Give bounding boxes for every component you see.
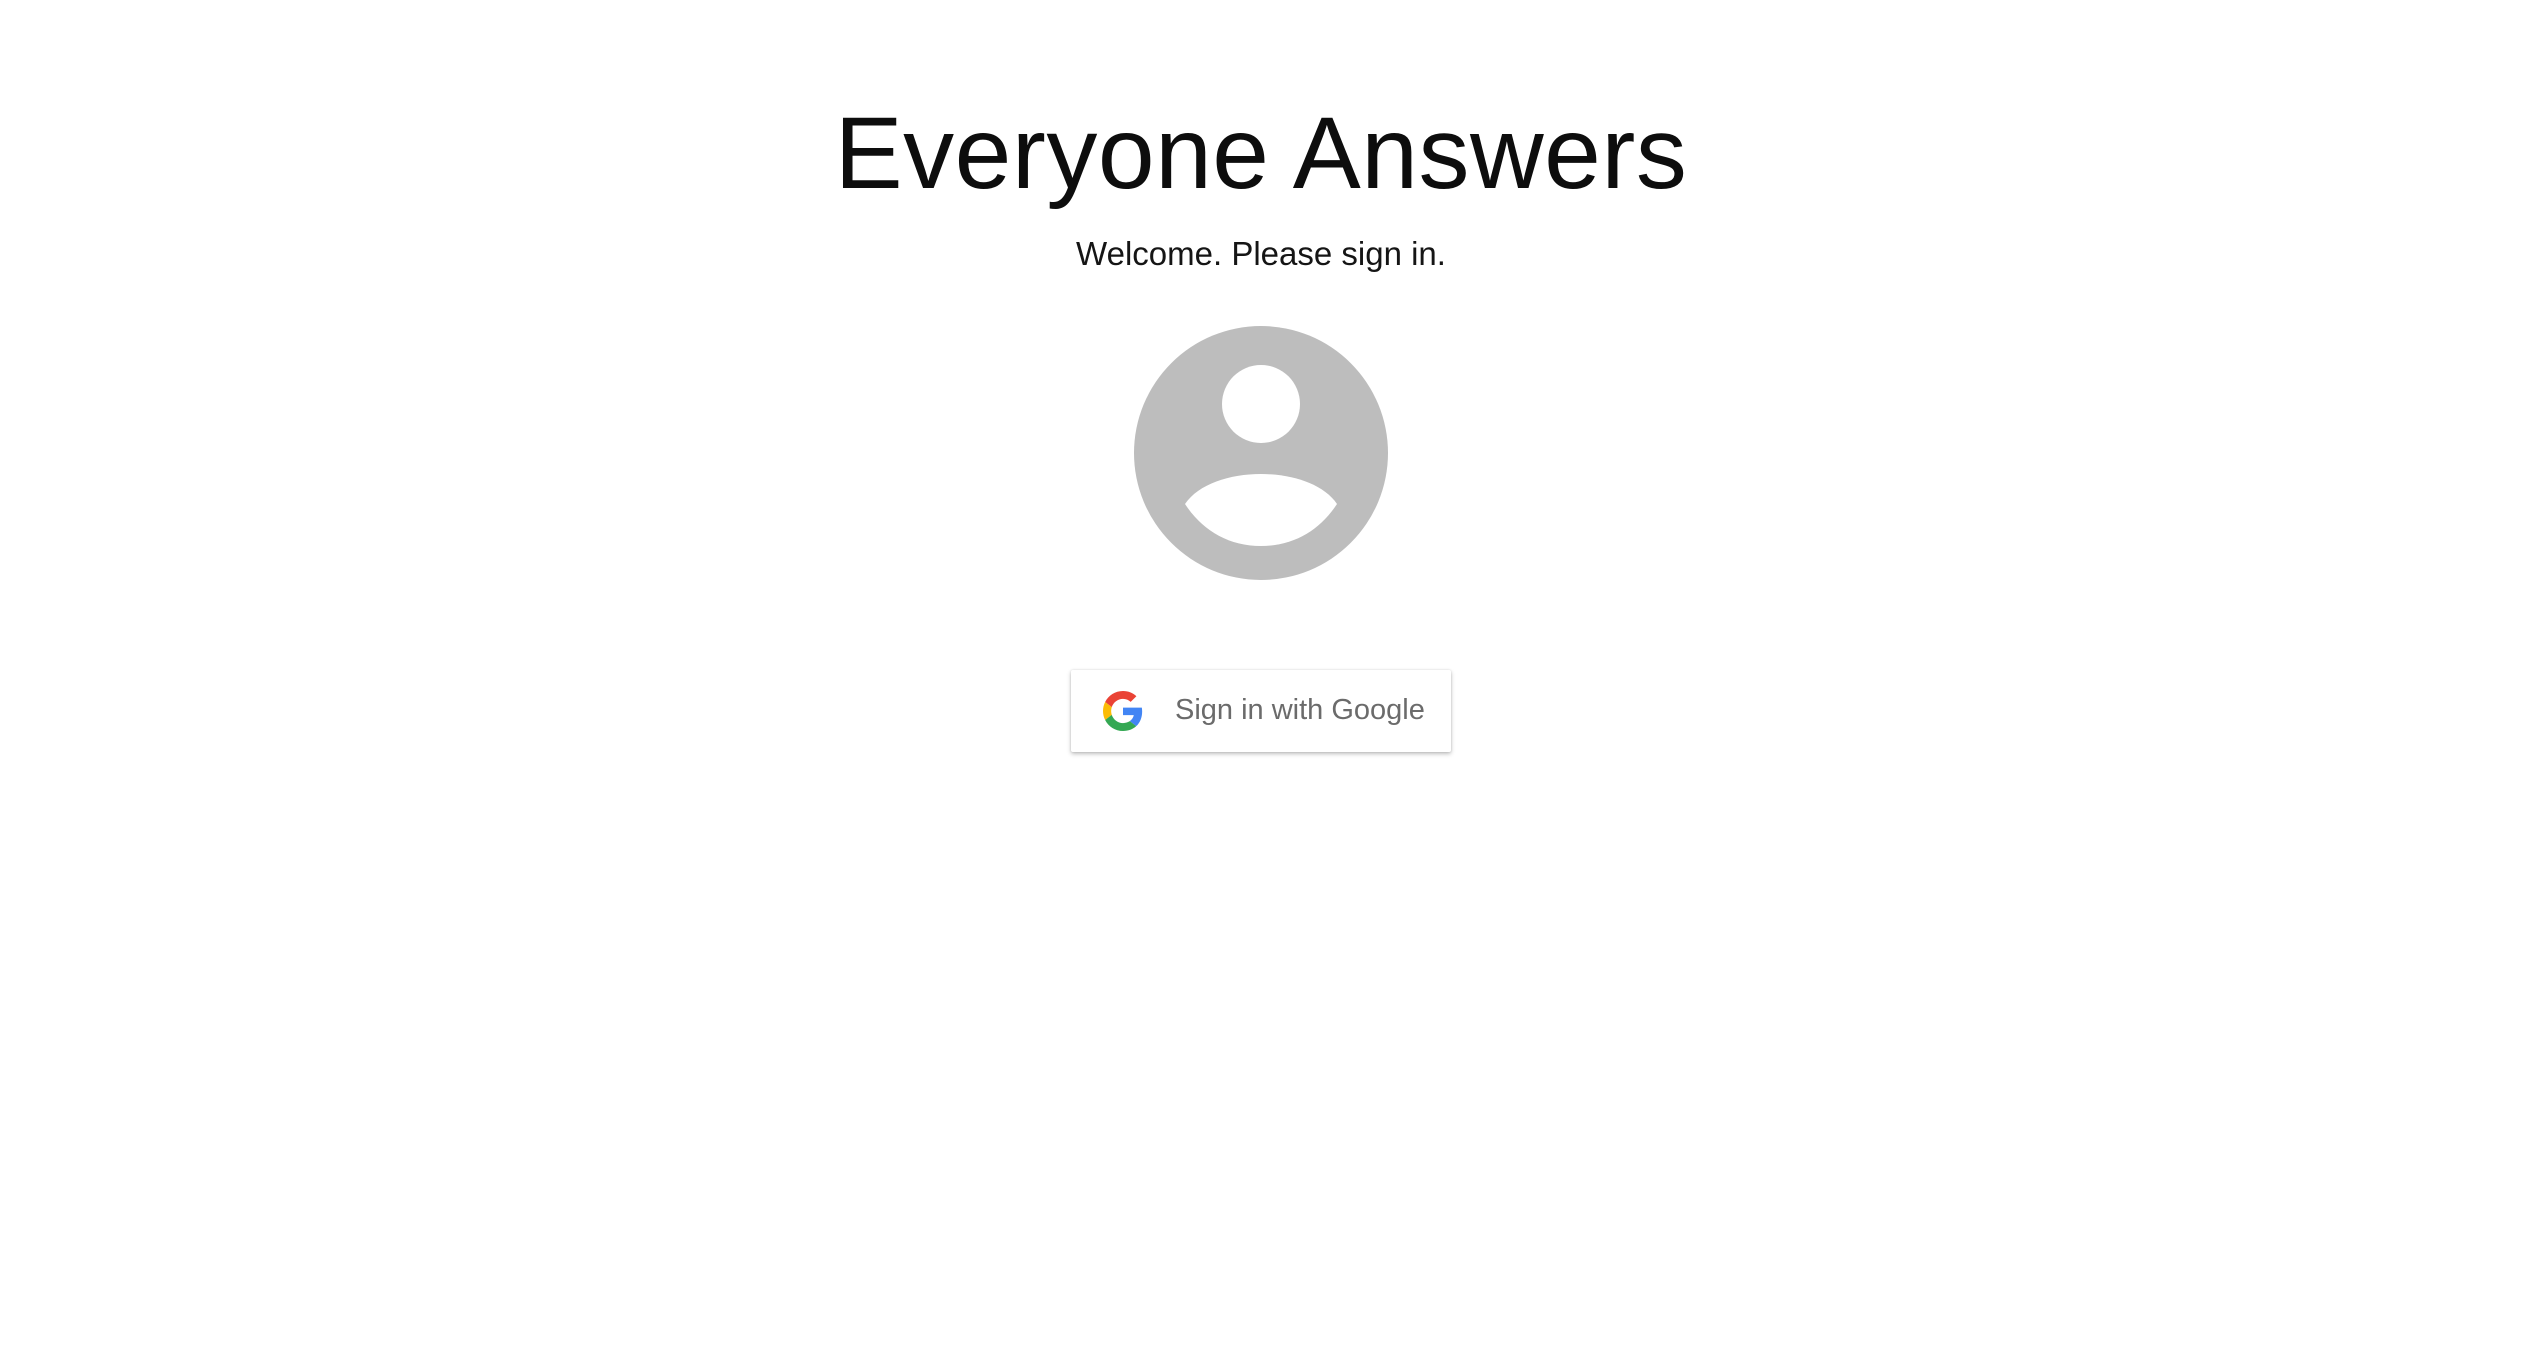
user-avatar-icon <box>1134 325 1388 580</box>
signin-button-label: Sign in with Google <box>1175 694 1425 727</box>
google-signin-button[interactable]: Sign in with Google <box>1071 669 1451 752</box>
welcome-message: Welcome. Please sign in. <box>1076 235 1446 273</box>
page-title: Everyone Answers <box>834 96 1688 210</box>
signin-page: Everyone Answers Welcome. Please sign in… <box>0 0 2522 1354</box>
google-icon <box>1103 690 1143 731</box>
